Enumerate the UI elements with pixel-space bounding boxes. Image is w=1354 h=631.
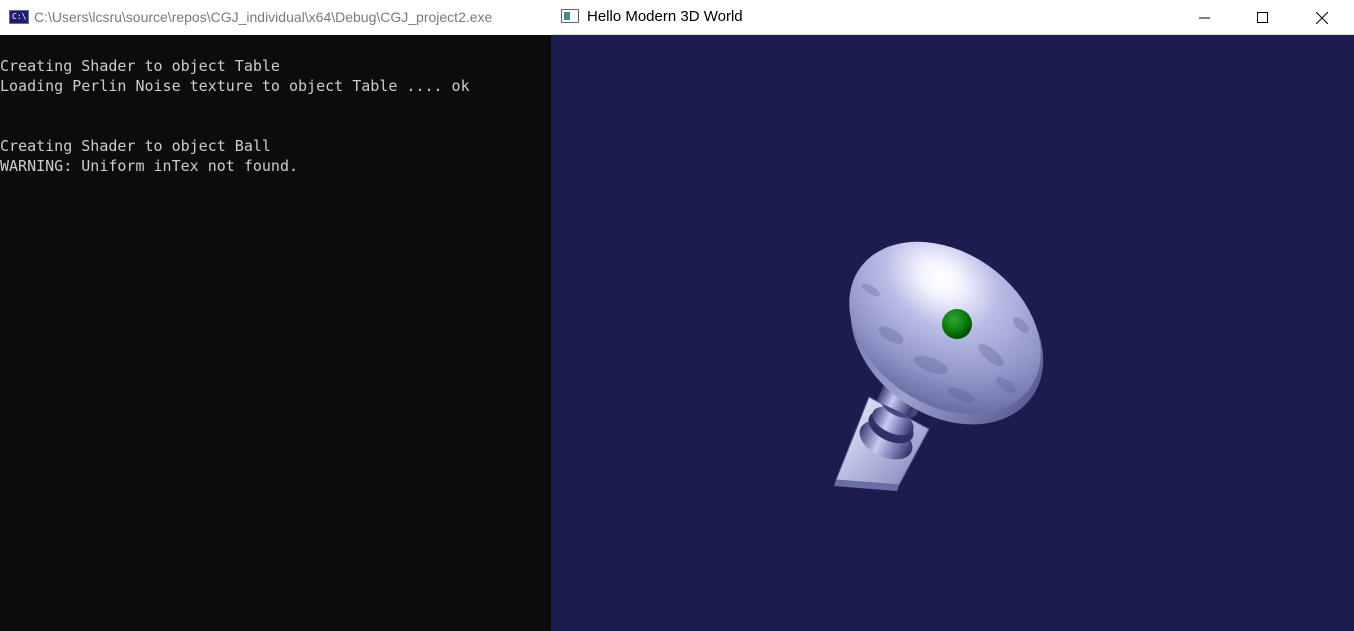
close-button[interactable] xyxy=(1293,0,1351,35)
console-titlebar[interactable]: C:\ C:\Users\lcsru\source\repos\CGJ_indi… xyxy=(0,0,551,35)
gl-titlebar[interactable]: Hello Modern 3D World xyxy=(551,0,1354,35)
render-viewport[interactable] xyxy=(551,35,1354,631)
maximize-icon xyxy=(1257,11,1268,23)
gl-window: Hello Modern 3D World xyxy=(551,0,1354,631)
gl-window-title: Hello Modern 3D World xyxy=(587,8,743,25)
close-icon xyxy=(1316,11,1328,24)
app-window-icon xyxy=(561,9,579,23)
minimize-icon xyxy=(1199,17,1210,18)
console-app-icon: C:\ xyxy=(9,10,29,24)
console-output[interactable]: Creating Shader to object Table Loading … xyxy=(0,56,551,176)
ball xyxy=(942,309,972,339)
console-line: WARNING: Uniform inTex not found. xyxy=(0,157,299,175)
maximize-button[interactable] xyxy=(1234,0,1292,35)
console-line: Creating Shader to object Table xyxy=(0,57,280,75)
console-line: Loading Perlin Noise texture to object T… xyxy=(0,77,470,95)
console-line: Creating Shader to object Ball xyxy=(0,137,271,155)
3d-scene xyxy=(834,241,1044,491)
console-window: C:\ C:\Users\lcsru\source\repos\CGJ_indi… xyxy=(0,0,551,631)
minimize-button[interactable] xyxy=(1176,0,1234,35)
console-window-title: C:\Users\lcsru\source\repos\CGJ_individu… xyxy=(34,9,493,25)
